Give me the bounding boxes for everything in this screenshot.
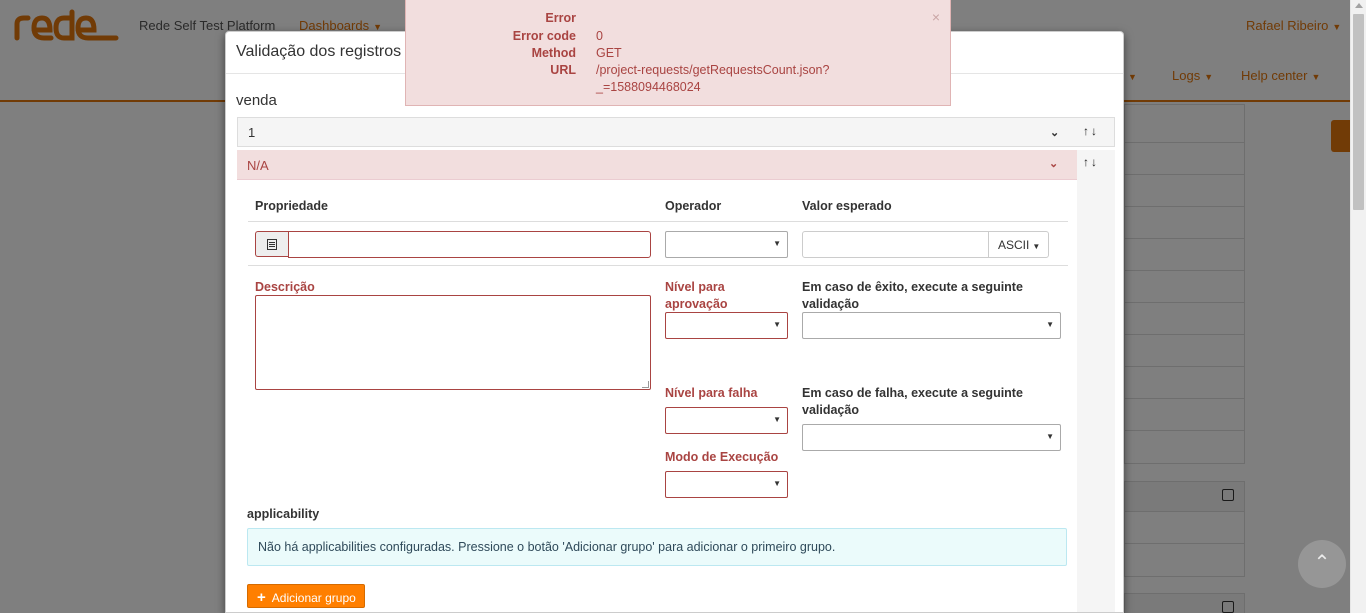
error-title: Error	[545, 11, 576, 25]
arrow-down-icon[interactable]: ↓	[1091, 124, 1099, 138]
error-method-key: Method	[531, 46, 576, 60]
error-code-key: Error code	[512, 29, 576, 43]
close-icon[interactable]: ×	[932, 9, 940, 25]
expected-value-column-header: Valor esperado	[802, 199, 892, 213]
applicability-empty-text: Não há applicabilities configuradas. Pre…	[258, 540, 836, 554]
execution-mode-label: Modo de Execução	[665, 450, 779, 464]
success-action-select[interactable]	[802, 312, 1061, 339]
property-input[interactable]	[288, 231, 651, 258]
fail-level-label: Nível para falha	[665, 386, 758, 400]
plus-icon: +	[257, 589, 266, 606]
fail-level-select[interactable]	[665, 407, 788, 434]
encoding-label: ASCII	[998, 238, 1030, 252]
section-label: venda	[236, 92, 277, 109]
scrollbar[interactable]	[1350, 0, 1366, 613]
record-panel-1[interactable]: 1 ⌄ ↑↓	[237, 117, 1115, 147]
error-code-value: 0	[596, 29, 603, 43]
operator-select[interactable]	[665, 231, 788, 258]
error-toast: × Error Error code 0 Method GET URL /pro…	[405, 0, 951, 106]
applicability-label: applicability	[247, 507, 320, 521]
description-textarea[interactable]	[255, 295, 651, 390]
reorder-arrows[interactable]: ↑↓	[1083, 124, 1099, 138]
operator-column-header: Operador	[665, 199, 722, 213]
scroll-top-icon[interactable]: ⌃	[1298, 540, 1346, 588]
expected-value-input[interactable]	[802, 231, 989, 258]
fail-action-select[interactable]	[802, 424, 1061, 451]
panel-na-sidebar: ↑↓	[1077, 150, 1115, 612]
property-column-header: Propriedade	[255, 199, 328, 213]
add-group-button[interactable]: + Adicionar grupo	[247, 584, 365, 608]
error-method-value: GET	[596, 46, 622, 60]
approval-level-label: Nível para aprovação	[665, 280, 728, 311]
panel-1-label: 1	[248, 125, 256, 140]
record-panel-na[interactable]: N/A ⌄	[237, 150, 1077, 180]
chevron-down-icon[interactable]: ⌄	[1049, 157, 1058, 170]
scrollbar-thumb[interactable]	[1353, 14, 1364, 210]
reorder-arrows[interactable]: ↑↓	[1083, 155, 1099, 169]
success-action-label: Em caso de êxito, execute a seguinte val…	[802, 280, 1023, 311]
property-picker-button[interactable]	[255, 231, 288, 257]
execution-mode-select[interactable]	[665, 471, 788, 498]
error-url-key: URL	[550, 63, 576, 77]
caret-down-icon: ▼	[1032, 242, 1041, 251]
chevron-down-icon[interactable]: ⌄	[1050, 126, 1059, 139]
scroll-up-arrow[interactable]	[1355, 3, 1363, 8]
arrow-down-icon[interactable]: ↓	[1091, 155, 1099, 169]
panel-na-label: N/A	[247, 158, 269, 173]
validation-modal: Validação dos registros d venda 1 ⌄ ↑↓ N…	[225, 31, 1124, 613]
add-group-label: Adicionar grupo	[271, 591, 356, 605]
arrow-up-icon[interactable]: ↑	[1083, 155, 1091, 169]
error-url-value: /project-requests/getRequestsCount.json?…	[596, 63, 830, 94]
divider	[248, 221, 1068, 222]
approval-level-select[interactable]	[665, 312, 788, 339]
fail-action-label: Em caso de falha, execute a seguinte val…	[802, 386, 1023, 417]
list-icon	[267, 239, 277, 250]
encoding-dropdown[interactable]: ASCII ▼	[988, 231, 1049, 258]
divider	[248, 265, 1068, 266]
applicability-empty-alert: Não há applicabilities configuradas. Pre…	[247, 528, 1067, 566]
description-label: Descrição	[255, 280, 315, 294]
arrow-up-icon[interactable]: ↑	[1083, 124, 1091, 138]
